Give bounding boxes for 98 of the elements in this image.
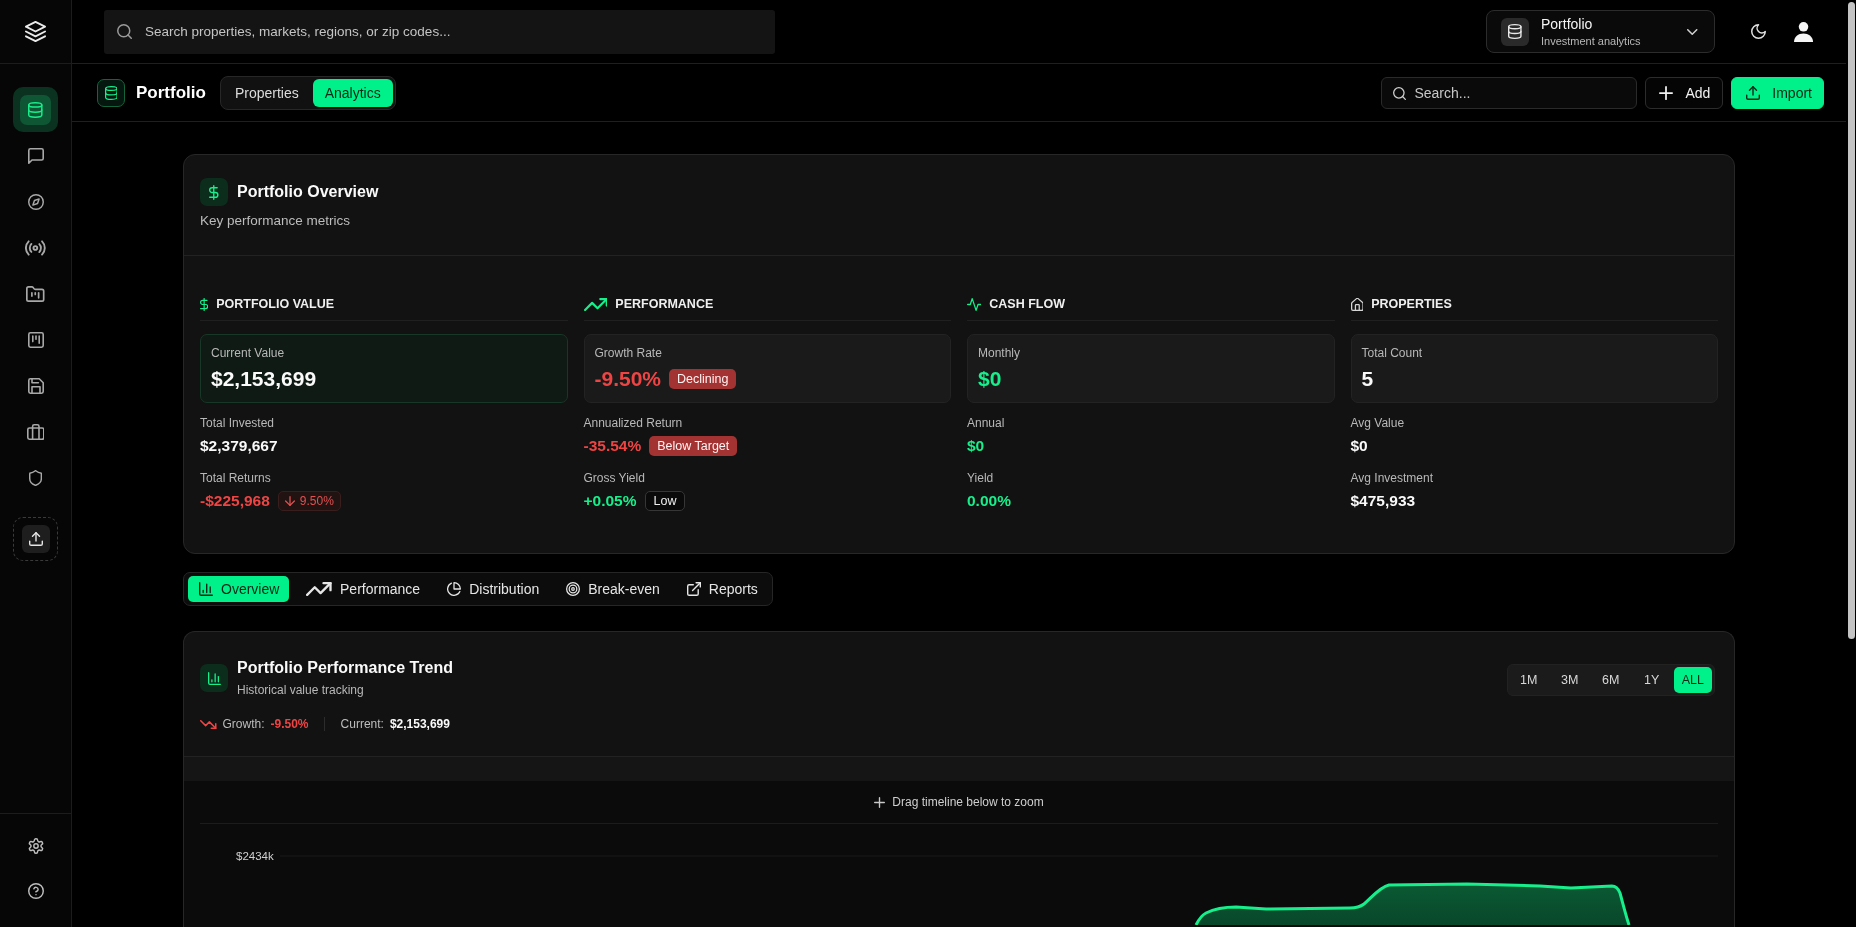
trending-up-icon <box>306 582 332 596</box>
settings-icon[interactable] <box>27 838 44 854</box>
section-title: PROPERTIES <box>1371 297 1452 311</box>
card-title: Portfolio Overview <box>237 183 379 201</box>
metric-value: $0 <box>1350 436 1368 456</box>
stat-label: Current: <box>340 717 384 731</box>
card-title: Portfolio Performance Trend <box>237 658 454 678</box>
search-icon <box>117 23 132 39</box>
badge-text: 9.50% <box>299 493 334 510</box>
bar-chart-icon <box>199 582 213 596</box>
bar-chart-icon <box>200 664 228 692</box>
pulse-line-icon <box>967 297 982 311</box>
metric-label: Total Count <box>1361 345 1423 361</box>
house-icon <box>1350 297 1364 311</box>
section-title: PERFORMANCE <box>615 297 714 311</box>
broadcast-icon <box>25 239 46 256</box>
arrow-down-icon <box>284 496 295 506</box>
metric-value: -35.54% <box>583 436 642 456</box>
plus-icon <box>1659 85 1674 100</box>
sidebar-nav-item[interactable] <box>13 87 58 132</box>
metric-label: Total Invested <box>200 415 275 431</box>
metric-label: Annual <box>967 415 1005 431</box>
metric-label: Yield <box>967 470 994 486</box>
section-title: PORTFOLIO VALUE <box>216 297 335 311</box>
metric-label: Gross Yield <box>583 470 645 486</box>
metric-value: $0 <box>978 366 1002 392</box>
tab[interactable]: Distribution <box>436 576 550 602</box>
scrollbar-thumb[interactable] <box>1847 2 1855 639</box>
tab[interactable]: Performance <box>295 576 431 602</box>
y-axis-label: $2434k <box>236 850 274 862</box>
card-subtitle: Historical value tracking <box>237 682 364 698</box>
trending-up-icon <box>583 297 608 311</box>
upload-icon <box>21 525 50 553</box>
search-icon <box>1393 86 1407 100</box>
add-button[interactable]: Add <box>1645 76 1724 109</box>
status-badge: Low <box>644 491 686 511</box>
external-link-icon <box>686 582 701 596</box>
metric-label: Growth Rate <box>594 345 662 361</box>
metric-label: Avg Investment <box>1350 470 1433 486</box>
upload-icon <box>1746 85 1761 100</box>
briefcase-icon <box>26 423 45 440</box>
dollar-icon <box>200 178 228 206</box>
import-button[interactable]: Import <box>1731 76 1824 109</box>
metric-value: $2,153,699 <box>211 366 317 392</box>
chat-bubble-icon <box>27 147 44 164</box>
metric-value: -9.50% <box>594 366 662 392</box>
shield-icon <box>28 469 43 486</box>
folder-chart-icon <box>26 285 45 302</box>
stat-value: $2,153,699 <box>389 717 450 731</box>
layers-logo-icon[interactable] <box>25 21 46 42</box>
metric-label: Total Returns <box>200 470 271 486</box>
database-icon <box>20 94 51 125</box>
plus-icon <box>874 796 886 808</box>
tab[interactable]: Overview <box>188 576 290 602</box>
section-title: CASH FLOW <box>989 297 1065 311</box>
page-title: Portfolio <box>136 82 206 103</box>
database-icon <box>97 78 125 107</box>
metric-value: $0 <box>967 436 985 456</box>
chevron-down-icon <box>1687 28 1698 35</box>
metric-value: +0.05% <box>583 491 637 511</box>
status-badge: Below Target <box>649 436 738 456</box>
range-button[interactable]: ALL <box>1673 667 1712 693</box>
compass-icon <box>27 193 44 210</box>
view-tab[interactable]: Analytics <box>312 78 393 107</box>
range-button[interactable]: 1M <box>1509 667 1548 693</box>
tab[interactable]: Reports <box>675 576 768 602</box>
metric-label: Current Value <box>211 345 285 361</box>
range-button[interactable]: 6M <box>1591 667 1630 693</box>
stat-value: -9.50% <box>270 717 309 731</box>
metric-value: $2,379,667 <box>200 436 278 456</box>
metric-label: Annualized Return <box>583 415 683 431</box>
metric-value: -$225,968 <box>200 491 270 511</box>
target-icon <box>566 582 581 596</box>
search-field[interactable]: Search... <box>1381 76 1638 109</box>
metric-value: 0.00% <box>967 491 1011 511</box>
status-badge: Declining <box>669 369 737 389</box>
help-icon[interactable] <box>27 883 44 899</box>
stat-label: Growth: <box>222 717 265 731</box>
metric-label: Avg Value <box>1350 415 1405 431</box>
user-icon[interactable] <box>1793 21 1813 42</box>
view-tab[interactable]: Properties <box>222 78 311 107</box>
metric-value: 5 <box>1361 366 1374 392</box>
database-icon <box>1500 17 1529 46</box>
metric-value: $475,933 <box>1350 491 1416 511</box>
dollar-icon <box>200 297 209 311</box>
search-field[interactable]: Search properties, markets, regions, or zip codes... <box>104 9 775 54</box>
metric-label: Monthly <box>978 345 1021 361</box>
kanban-board-icon <box>27 331 44 348</box>
tab[interactable]: Break-even <box>555 576 670 602</box>
range-button[interactable]: 1Y <box>1632 667 1671 693</box>
moon-icon[interactable] <box>1750 24 1766 39</box>
range-button[interactable]: 3M <box>1550 667 1589 693</box>
upload-button[interactable] <box>13 517 58 561</box>
pie-chart-icon <box>447 582 462 596</box>
card-subtitle: Key performance metrics <box>200 212 351 230</box>
trending-down-icon <box>200 719 217 729</box>
workspace-selector[interactable]: Portfolio Investment analytics <box>1485 10 1715 53</box>
zoom-hint: Drag timeline below to zoom <box>892 795 1044 809</box>
